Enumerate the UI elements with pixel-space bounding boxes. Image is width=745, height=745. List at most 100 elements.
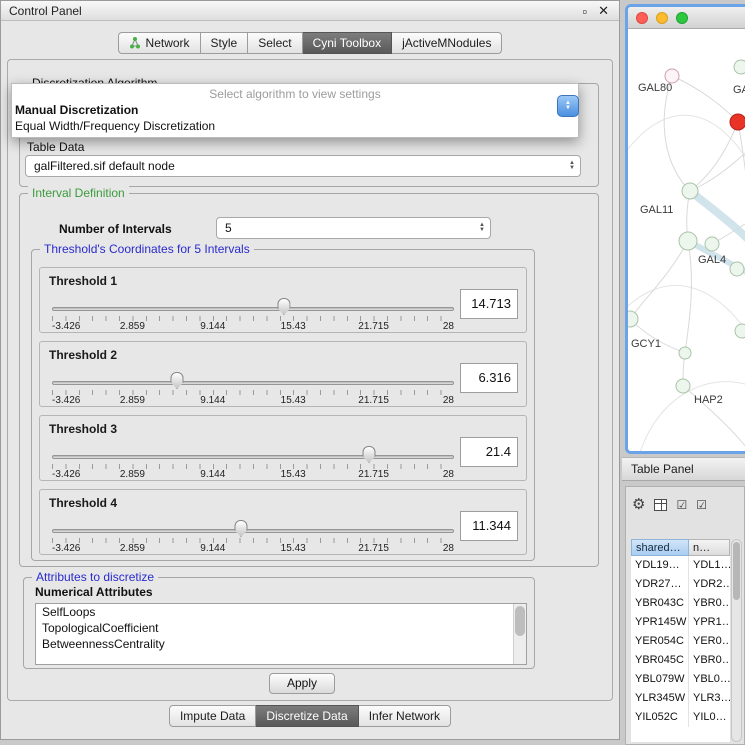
combo-stepper-icon[interactable]: ▲ ▼ xyxy=(474,218,490,238)
threshold-thumb-3[interactable] xyxy=(363,446,376,463)
threshold-thumb-2[interactable] xyxy=(171,372,184,389)
selected-red-node[interactable] xyxy=(730,114,745,130)
table-row[interactable]: YDL19… YDL1… xyxy=(631,556,730,575)
node[interactable] xyxy=(730,262,744,276)
cell-shared-name[interactable]: YBL079W xyxy=(631,670,689,689)
threshold-1-value-field[interactable]: 14.713 xyxy=(460,289,518,319)
node[interactable] xyxy=(705,237,719,251)
scale-label: 15.43 xyxy=(281,469,306,480)
combo-stepper-icon[interactable]: ▲ ▼ xyxy=(564,156,580,176)
cell-shared-name[interactable]: YLR345W xyxy=(631,689,689,708)
scrollbar-thumb[interactable] xyxy=(733,542,740,600)
table-row[interactable]: YER054C YER0… xyxy=(631,632,730,651)
threshold-4-value-field[interactable]: 11.344 xyxy=(460,511,518,541)
cell-shared-name[interactable]: YER054C xyxy=(631,632,689,651)
tab-infer-network[interactable]: Infer Network xyxy=(359,705,451,727)
cell-name[interactable]: YDL1… xyxy=(689,556,730,575)
cell-name[interactable]: YIL0… xyxy=(689,708,730,727)
cell-name[interactable]: YER0… xyxy=(689,632,730,651)
cell-name[interactable]: YDR2… xyxy=(689,575,730,594)
network-canvas[interactable]: GAL80 GA GAL11 GAL4 GCY1 HAP2 xyxy=(628,29,745,454)
table-row[interactable]: YBR045C YBR0… xyxy=(631,651,730,670)
combo-value: galFiltered.sif default node xyxy=(26,159,564,173)
scale-label: 2.859 xyxy=(120,543,145,554)
cell-shared-name[interactable]: YDR27… xyxy=(631,575,689,594)
cell-name[interactable]: YLR3… xyxy=(689,689,730,708)
node-label: GCY1 xyxy=(631,338,661,350)
table-row[interactable]: YDR27… YDR2… xyxy=(631,575,730,594)
table-row[interactable]: YPR145W YPR1… xyxy=(631,613,730,632)
column-header-shared-name[interactable]: shared… xyxy=(631,539,689,556)
checked-box-icon[interactable]: ☑ xyxy=(676,498,687,512)
threshold-4-slider[interactable] xyxy=(52,529,454,533)
threshold-3-slider[interactable] xyxy=(52,455,454,459)
node-hap2[interactable] xyxy=(676,379,690,393)
tab-style[interactable]: Style xyxy=(201,32,249,54)
tab-label: Infer Network xyxy=(369,709,440,723)
node[interactable] xyxy=(734,60,745,74)
node-gal4[interactable] xyxy=(679,232,697,250)
group-title: Attributes to discretize xyxy=(32,570,158,584)
threshold-thumb-4[interactable] xyxy=(235,520,248,537)
column-selector-icon[interactable] xyxy=(654,499,667,511)
gear-icon[interactable]: ⚙ xyxy=(632,496,645,514)
table-data-combobox[interactable]: galFiltered.sif default node ▲ ▼ xyxy=(25,155,581,177)
table-row[interactable]: YIL052C YIL0… xyxy=(631,708,730,727)
threshold-2-slider[interactable] xyxy=(52,381,454,385)
tab-select[interactable]: Select xyxy=(248,32,302,54)
cell-shared-name[interactable]: YDL19… xyxy=(631,556,689,575)
dropdown-option-manual-discretization[interactable]: Manual Discretization xyxy=(12,102,578,118)
table-row[interactable]: YBR043C YBR0… xyxy=(631,594,730,613)
cell-name[interactable]: YBR0… xyxy=(689,651,730,670)
float-window-icon[interactable]: ▫ xyxy=(582,4,587,19)
cell-name[interactable]: YBL0… xyxy=(689,670,730,689)
close-window-icon[interactable]: ✕ xyxy=(598,3,609,19)
list-item[interactable]: SelfLoops xyxy=(36,604,526,620)
list-item[interactable]: TopologicalCoefficient xyxy=(36,620,526,636)
cell-shared-name[interactable]: YIL052C xyxy=(631,708,689,727)
group-title: Interval Definition xyxy=(28,186,129,200)
cell-name[interactable]: YBR0… xyxy=(689,594,730,613)
table-panel-header[interactable]: Table Panel xyxy=(622,457,745,481)
node-gal11[interactable] xyxy=(682,183,698,199)
node-gal80[interactable] xyxy=(665,69,679,83)
cell-shared-name[interactable]: YBR045C xyxy=(631,651,689,670)
algorithm-combo-button[interactable]: ▲ ▼ xyxy=(557,95,579,117)
tab-impute-data[interactable]: Impute Data xyxy=(169,705,256,727)
dropdown-option-equal-width[interactable]: Equal Width/Frequency Discretization xyxy=(12,118,578,134)
table-scrollbar[interactable] xyxy=(731,539,742,742)
scrollbar-thumb[interactable] xyxy=(515,606,525,636)
checked-box-icon[interactable]: ☑ xyxy=(696,498,707,512)
tab-discretize-data[interactable]: Discretize Data xyxy=(256,705,358,727)
screen: Control Panel ▫ ✕ Network Style S xyxy=(0,0,745,745)
node-label: GAL11 xyxy=(640,204,673,216)
cell-shared-name[interactable]: YPR145W xyxy=(631,613,689,632)
number-of-intervals-combobox[interactable]: 5 ▲ ▼ xyxy=(216,217,491,239)
tab-jactivemnodules[interactable]: jActiveMNodules xyxy=(392,32,502,54)
threshold-3-value-field[interactable]: 21.4 xyxy=(460,437,518,467)
node[interactable] xyxy=(679,347,691,359)
zoom-traffic-light[interactable] xyxy=(676,12,688,24)
list-scrollbar[interactable] xyxy=(513,604,526,664)
arrow-down-icon: ▼ xyxy=(479,228,485,233)
scale-label: 9.144 xyxy=(200,321,225,332)
tab-cyni-toolbox[interactable]: Cyni Toolbox xyxy=(303,32,392,54)
cell-name[interactable]: YPR1… xyxy=(689,613,730,632)
node[interactable] xyxy=(735,324,745,338)
tab-network[interactable]: Network xyxy=(118,32,201,54)
table-row[interactable]: YLR345W YLR3… xyxy=(631,689,730,708)
table-row[interactable]: YBL079W YBL0… xyxy=(631,670,730,689)
apply-button[interactable]: Apply xyxy=(269,673,335,694)
threshold-3-label: Threshold 3 xyxy=(49,422,117,436)
threshold-thumb-1[interactable] xyxy=(277,298,290,315)
column-header-name[interactable]: n… xyxy=(689,539,730,556)
list-item[interactable]: BetweennessCentrality xyxy=(36,636,526,652)
minimize-traffic-light[interactable] xyxy=(656,12,668,24)
threshold-1-slider[interactable] xyxy=(52,307,454,311)
dropdown-placeholder-item[interactable]: Select algorithm to view settings xyxy=(12,87,578,102)
arrow-down-icon: ▼ xyxy=(569,166,575,171)
threshold-2-value-field[interactable]: 6.316 xyxy=(460,363,518,393)
close-traffic-light[interactable] xyxy=(636,12,648,24)
group-title: Threshold's Coordinates for 5 Intervals xyxy=(40,242,254,256)
cell-shared-name[interactable]: YBR043C xyxy=(631,594,689,613)
